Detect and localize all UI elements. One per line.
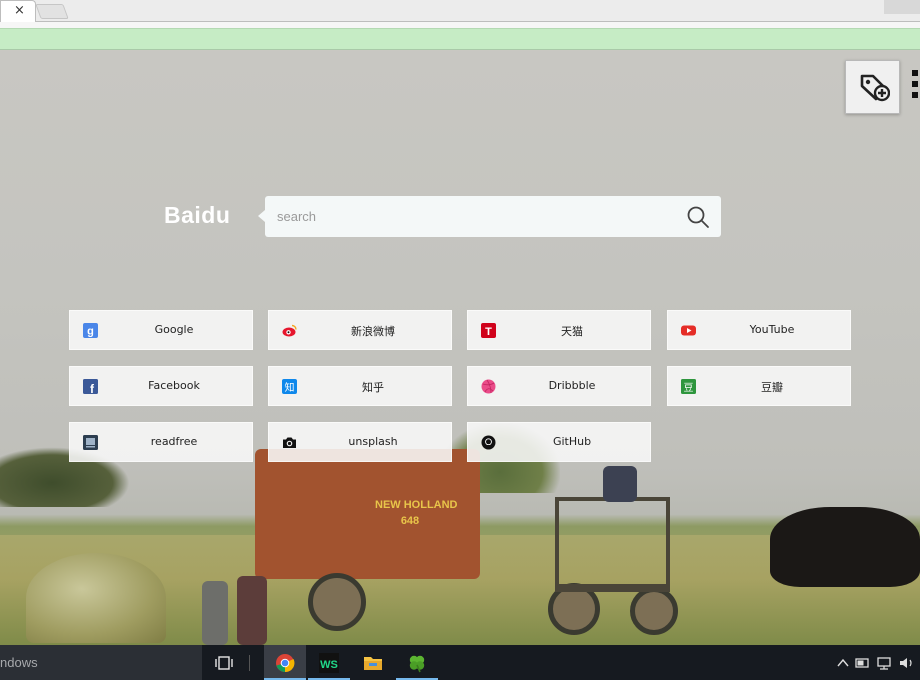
speed-dial-tile[interactable]: Dribbble — [467, 366, 651, 406]
google-icon: g — [83, 323, 98, 338]
horse-cart — [555, 497, 670, 592]
github-icon — [481, 435, 496, 450]
child-figure — [237, 576, 267, 645]
browser-tab[interactable]: × — [0, 0, 36, 22]
windows-taskbar: ndows WS — [0, 645, 920, 680]
tmall-icon: T — [481, 323, 496, 338]
taskbar-search[interactable]: ndows — [0, 645, 202, 680]
svg-text:知: 知 — [285, 381, 295, 394]
speed-dial-tile[interactable]: 新浪微博 — [268, 310, 452, 350]
facebook-icon: f — [83, 379, 98, 394]
taskbar-divider — [249, 655, 250, 671]
close-tab-icon[interactable]: × — [14, 4, 25, 18]
clover-icon — [409, 655, 425, 673]
tile-label: readfree — [150, 435, 198, 448]
search-box — [258, 196, 721, 237]
tile-label: YouTube — [749, 323, 795, 336]
machine-label: NEW HOLLAND 648 — [375, 499, 458, 527]
speed-dial-tile[interactable]: g Google — [69, 310, 253, 350]
speed-dial-tile[interactable]: YouTube — [667, 310, 851, 350]
file-explorer-icon — [364, 657, 382, 670]
zhihu-icon: 知 — [282, 379, 297, 394]
speed-dial-tile[interactable]: 豆 豆瓣 — [667, 366, 851, 406]
wheel — [630, 587, 678, 635]
webstorm-icon: WS — [319, 653, 339, 673]
tab-strip: × — [0, 0, 920, 22]
search-input[interactable] — [277, 204, 677, 229]
svg-text:g: g — [87, 326, 94, 338]
tile-label: Dribbble — [548, 379, 596, 392]
speed-dial-tile[interactable]: 知 知乎 — [268, 366, 452, 406]
douban-icon: 豆 — [681, 379, 696, 394]
dribbble-icon — [481, 379, 496, 394]
system-tray-icons[interactable] — [836, 656, 916, 670]
task-view-icon — [215, 656, 233, 670]
speed-dial-tile[interactable]: GitHub — [467, 422, 651, 462]
tile-label: unsplash — [348, 435, 398, 448]
youtube-icon — [681, 325, 696, 336]
search-icon[interactable] — [686, 205, 710, 229]
speed-dial-tile[interactable]: f Facebook — [69, 366, 253, 406]
svg-text:WS: WS — [320, 659, 338, 671]
weibo-icon — [282, 324, 297, 337]
tile-label: 天猫 — [561, 325, 583, 338]
tile-label: 豆瓣 — [761, 381, 783, 394]
wheel — [308, 573, 366, 631]
tile-label: 新浪微博 — [351, 325, 395, 338]
readfree-icon — [83, 435, 98, 450]
tile-label: GitHub — [552, 435, 592, 448]
chrome-icon — [276, 654, 295, 673]
speed-dial-tile[interactable]: T 天猫 — [467, 310, 651, 350]
speed-dial-tile[interactable]: readfree — [69, 422, 253, 462]
tile-label: Facebook — [148, 379, 200, 392]
taskbar-file-explorer[interactable] — [352, 645, 394, 680]
window-controls[interactable] — [884, 0, 920, 14]
baler-machine — [255, 449, 480, 579]
taskbar-chrome[interactable] — [264, 645, 306, 680]
tile-label: 知乎 — [362, 381, 384, 394]
tile-label: Google — [154, 323, 194, 336]
notification-bar — [0, 28, 920, 50]
menu-icon[interactable] — [910, 70, 920, 104]
child-figure — [202, 581, 228, 645]
svg-text:T: T — [485, 326, 492, 338]
taskbar-search-text: ndows — [0, 655, 38, 670]
task-view-button[interactable] — [203, 645, 245, 680]
new-tab-button[interactable] — [35, 4, 69, 19]
search-engine-brand[interactable]: Baidu — [164, 202, 230, 229]
camera-icon — [283, 437, 296, 448]
taskbar-webstorm[interactable]: WS — [308, 645, 350, 680]
farmer — [603, 466, 637, 502]
tag-plus-icon — [860, 74, 890, 102]
add-bookmark-extension-button[interactable] — [845, 60, 900, 114]
draft-horses — [770, 507, 920, 587]
speed-dial-tile[interactable]: unsplash — [268, 422, 452, 462]
svg-text:豆: 豆 — [684, 382, 694, 394]
taskbar-clover-app[interactable] — [396, 645, 438, 680]
hay-bale — [26, 553, 166, 643]
